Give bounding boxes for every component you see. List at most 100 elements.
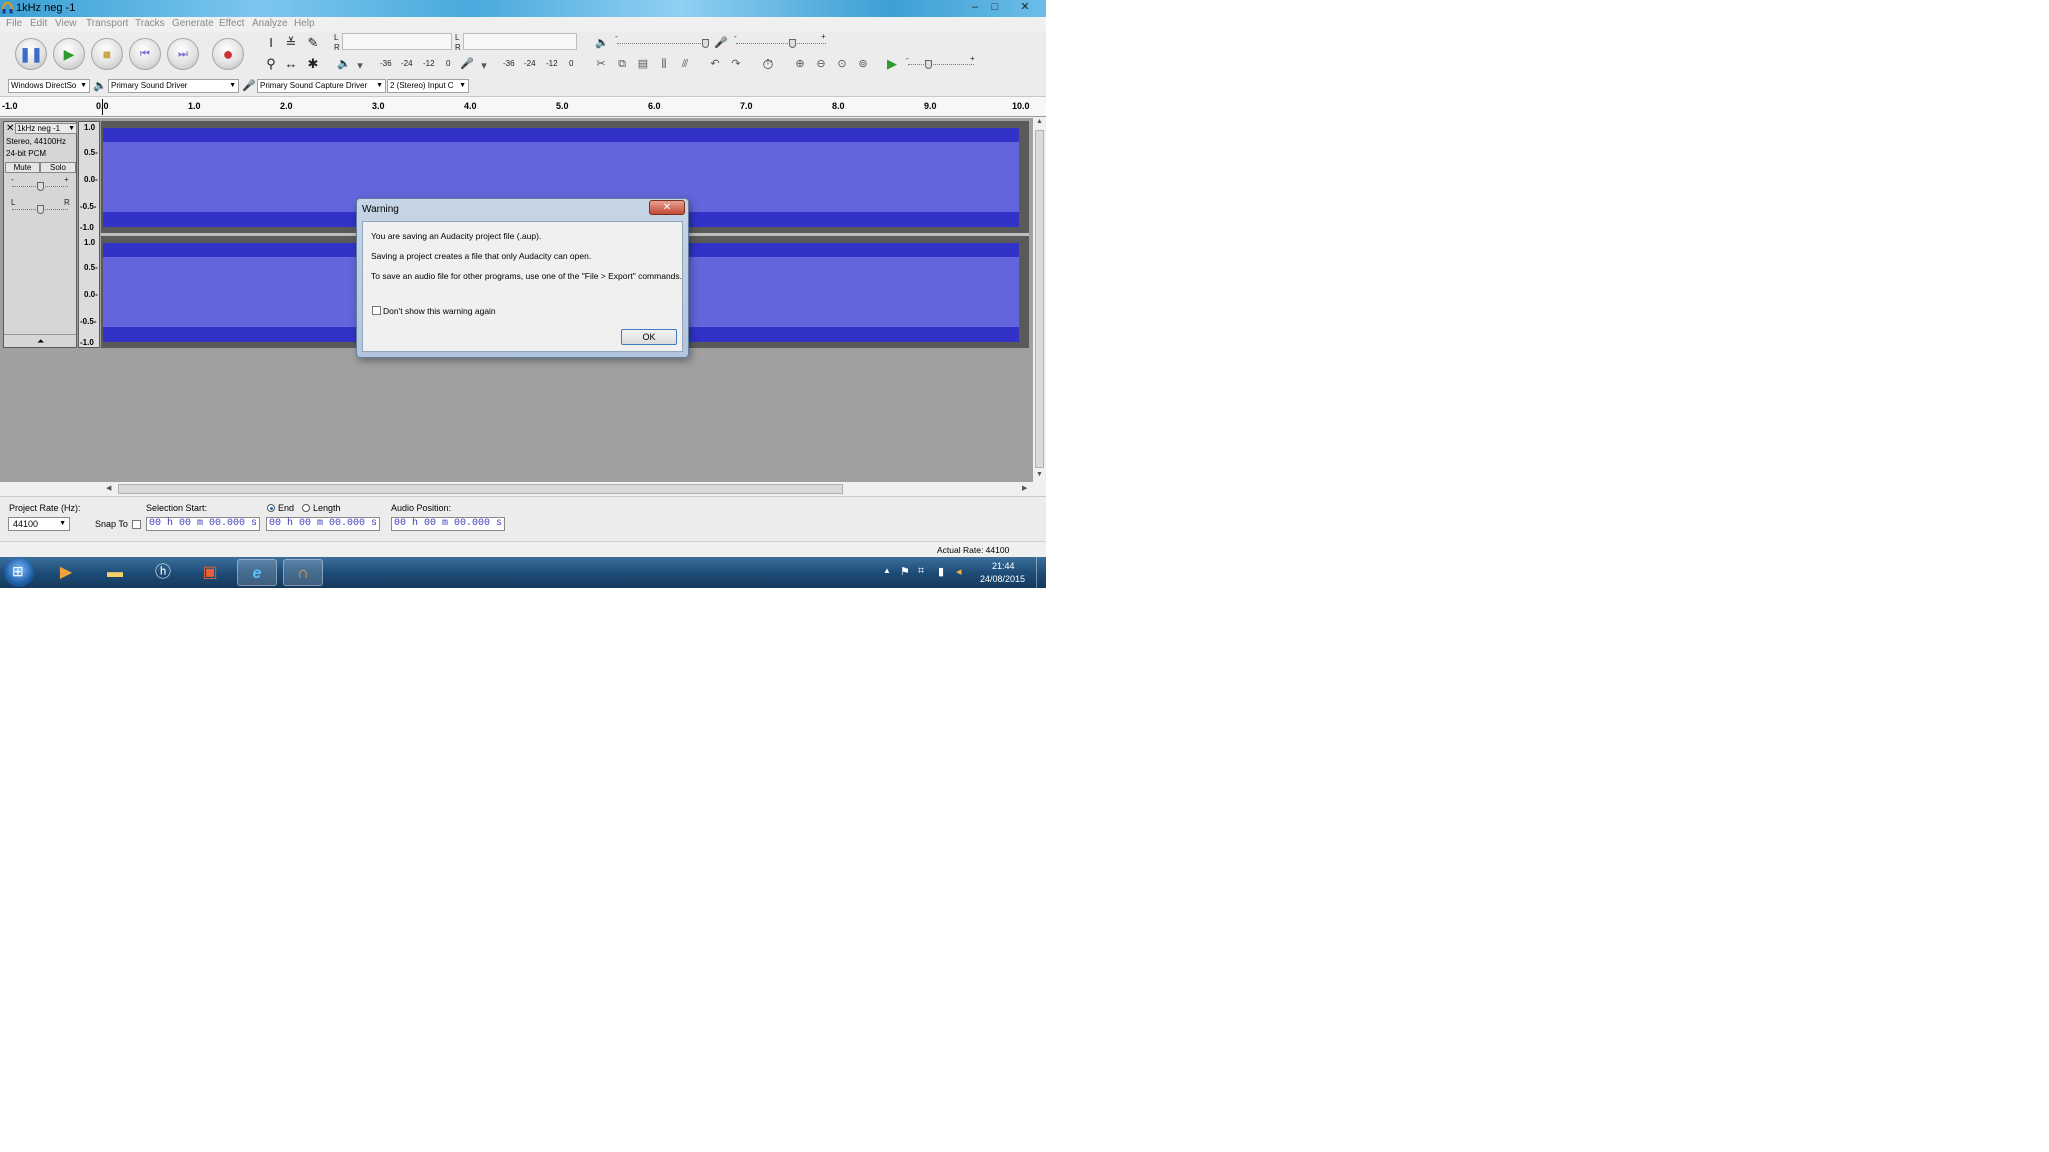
timeshift-tool-icon[interactable]: ↔ [282,55,300,73]
copy-icon[interactable]: ⧉ [614,56,630,72]
paste-icon[interactable]: ▤ [635,56,651,72]
microphone-icon[interactable]: 🎤 [459,56,475,72]
menu-help[interactable]: Help [294,18,315,29]
selection-end-time[interactable]: 00 h 00 m 00.000 s [266,517,380,531]
envelope-tool-icon[interactable]: ≚ [282,34,300,52]
speaker-icon[interactable]: 🔈 [336,56,352,72]
playback-meter[interactable] [342,33,452,50]
trim-icon[interactable]: ⫼ [656,56,672,72]
skip-to-end-button[interactable]: ⏭ [167,38,199,70]
close-button[interactable]: ✕ [1015,0,1035,14]
menu-edit[interactable]: Edit [30,18,47,29]
stop-button[interactable]: ■ [91,38,123,70]
show-desktop-button[interactable] [1036,557,1046,588]
selection-tool-icon[interactable]: I [262,34,280,52]
output-volume-slider[interactable] [702,39,709,48]
input-volume-slider[interactable] [789,39,796,48]
volume-icon[interactable]: ◂ [956,565,962,578]
vertical-scrollbar[interactable]: ▲ ▼ [1033,118,1046,482]
pan-right-label: R [64,198,70,207]
menu-file[interactable]: File [6,18,22,29]
network-icon[interactable]: ⌗ [918,565,924,578]
clock-date[interactable]: 24/08/2015 [980,574,1025,584]
hp-taskbar-icon[interactable]: ⓗ [143,559,183,586]
undo-icon[interactable]: ↶ [707,56,723,72]
zoom-tool-icon[interactable]: ⚲ [262,55,280,73]
menu-transport[interactable]: Transport [86,18,128,29]
dont-show-again-label[interactable]: Don't show this warning again [383,306,496,316]
ok-button[interactable]: OK [621,329,677,345]
record-meter-right-label: R [455,43,461,52]
track-name-menu[interactable]: 1kHz neg -1 ▼ [15,123,77,134]
start-button[interactable]: ⊞ [4,558,34,587]
status-bar: Actual Rate: 44100 [0,541,1046,558]
battery-icon[interactable]: ▮ [938,565,944,578]
vertical-scroll-thumb[interactable] [1035,130,1044,468]
clock-time[interactable]: 21:44 [992,561,1015,571]
silence-icon[interactable]: ⫻ [677,56,693,72]
snap-to-checkbox[interactable] [132,520,141,529]
maximize-button[interactable]: □ [985,0,1005,14]
scroll-left-icon[interactable]: ◀ [106,484,111,492]
input-device-value: Primary Sound Capture Driver [260,81,368,90]
internet-explorer-taskbar-icon[interactable]: e [237,559,277,586]
menu-generate[interactable]: Generate [172,18,214,29]
scroll-down-icon[interactable]: ▼ [1036,471,1043,478]
play-button[interactable]: ▶ [53,38,85,70]
gain-slider[interactable] [37,182,44,191]
audacity-taskbar-icon[interactable]: ∩ [283,559,323,586]
scroll-up-icon[interactable]: ▲ [1036,118,1043,125]
end-radio[interactable] [267,504,275,512]
menu-analyze[interactable]: Analyze [252,18,288,29]
media-player-taskbar-icon[interactable]: ▶ [46,559,86,586]
minimize-button[interactable]: – [965,0,985,14]
collapse-track-icon[interactable]: ⏶ [37,336,44,347]
output-device-select[interactable]: Primary Sound Driver ▼ [108,79,239,93]
fit-project-icon[interactable]: ⊚ [855,56,871,72]
play-speed-slider[interactable] [925,60,932,69]
solo-button[interactable]: Solo [40,162,76,173]
input-device-select[interactable]: Primary Sound Capture Driver ▼ [257,79,386,93]
record-meter[interactable] [463,33,577,50]
input-channels-select[interactable]: 2 (Stereo) Input C ▼ [387,79,469,93]
redo-icon[interactable]: ↷ [728,56,744,72]
scale-tick: 0.0- [84,290,98,299]
pan-slider[interactable] [37,205,44,214]
record-button[interactable]: ● [212,38,244,70]
menu-effect[interactable]: Effect [219,18,244,29]
audio-host-select[interactable]: Windows DirectSo ▼ [8,79,90,93]
project-rate-select[interactable]: 44100 ▼ [8,517,70,531]
skip-to-start-button[interactable]: ⏮ [129,38,161,70]
multi-tool-icon[interactable]: ✱ [304,55,322,73]
dialog-close-button[interactable]: ✕ [649,200,685,215]
scroll-right-icon[interactable]: ▶ [1022,484,1027,492]
sync-lock-icon[interactable]: ⏱ [760,56,776,72]
horizontal-scrollbar[interactable]: ◀ ▶ [104,483,1033,495]
cut-icon[interactable]: ✂ [593,56,609,72]
menu-view[interactable]: View [55,18,77,29]
pause-button[interactable]: ❚❚ [15,38,47,70]
zoom-in-icon[interactable]: ⊕ [792,56,808,72]
audio-position-time[interactable]: 00 h 00 m 00.000 s [391,517,505,531]
action-center-icon[interactable]: ⚑ [900,565,910,578]
scale-tick: -1.0 [80,338,94,347]
play-at-speed-icon[interactable]: ▶ [884,56,900,72]
length-radio[interactable] [302,504,310,512]
show-hidden-icons[interactable]: ▲ [883,566,891,575]
office-taskbar-icon[interactable]: ▣ [190,559,230,586]
timeline-ruler[interactable]: -1.0 0.0 1.0 2.0 3.0 4.0 5.0 6.0 7.0 8.0… [0,97,1046,117]
draw-tool-icon[interactable]: ✎ [304,34,322,52]
horizontal-scroll-thumb[interactable] [118,484,843,494]
track-close-icon[interactable]: ✕ [6,123,14,134]
explorer-taskbar-icon[interactable]: ▬ [95,559,135,586]
selection-toolbar: Project Rate (Hz): 44100 ▼ Snap To Selec… [0,496,1046,541]
dont-show-again-checkbox[interactable] [372,306,381,315]
zoom-out-icon[interactable]: ⊖ [813,56,829,72]
menu-tracks[interactable]: Tracks [135,18,165,29]
record-meter-menu-icon[interactable]: ▾ [476,58,492,74]
playback-meter-menu-icon[interactable]: ▾ [352,58,368,74]
selection-start-time[interactable]: 00 h 00 m 00.000 s [146,517,260,531]
fit-selection-icon[interactable]: ⊙ [834,56,850,72]
play-tick-12: -12 [423,59,435,68]
mute-button[interactable]: Mute [5,162,40,173]
